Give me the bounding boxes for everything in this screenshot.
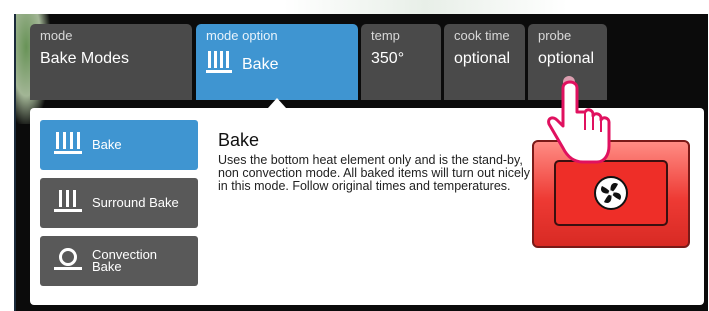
bake-elements-icon [206,50,232,79]
tab-mode-option[interactable]: mode option Bake [196,24,358,100]
selected-tab-caret [268,98,286,108]
tab-probe-label: probe [538,28,572,43]
tab-cook-time[interactable]: cook time optional [444,24,525,100]
mode-description-title: Bake [218,130,260,150]
surround-bake-mode-label: Surround Bake [92,195,179,210]
top-background-strip [0,0,709,14]
oven-fan-icon [594,176,628,210]
convection-bake-mode-button[interactable]: Convection Bake [40,236,198,286]
bake-mode-label: Bake [92,137,122,152]
tab-cook-time-value: optional [454,50,511,67]
surround-bake-mode-button[interactable]: Surround Bake [40,178,198,228]
tab-mode[interactable]: mode Bake Modes [30,24,192,100]
bake-mode-button[interactable]: Bake [40,120,198,170]
surround-bake-icon [54,189,82,218]
tab-temp-label: temp [371,28,400,43]
tab-temp[interactable]: temp 350° [361,24,441,100]
convection-bake-icon [54,247,82,276]
bake-elements-icon [54,131,82,160]
tab-cook-time-label: cook time [454,28,510,43]
tab-mode-value: Bake Modes [40,50,129,67]
tab-mode-option-value: Bake [242,55,279,73]
tab-temp-value: 350° [371,50,405,67]
tab-mode-label: mode [40,28,73,43]
tab-mode-option-label: mode option [206,28,278,43]
oven-control-screen: mode Bake Modes mode option Bake temp 35… [0,0,709,311]
mode-description-text: Uses the bottom heat element only and is… [218,153,530,193]
tab-probe-value: optional [538,50,595,67]
convection-bake-mode-label: Convection Bake [92,247,158,274]
pointing-hand-icon [547,76,611,164]
